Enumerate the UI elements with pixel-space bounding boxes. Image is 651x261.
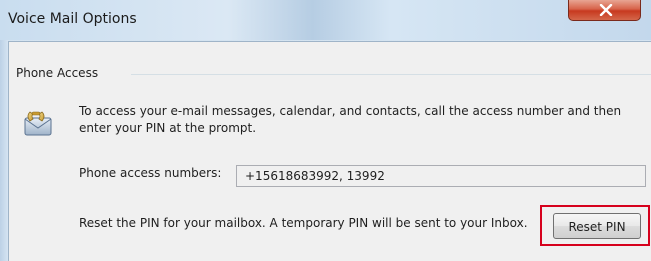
phone-access-numbers-label: Phone access numbers:	[79, 166, 222, 180]
voicemail-icon	[24, 111, 52, 136]
group-divider	[131, 74, 651, 75]
phone-access-numbers-field[interactable]: +15618683992, 13992	[236, 165, 646, 187]
voice-mail-options-window: Voice Mail Options Phone Access To acces…	[0, 0, 651, 261]
reset-pin-button[interactable]: Reset PIN	[553, 213, 641, 239]
phone-access-description: To access your e-mail messages, calendar…	[79, 104, 622, 135]
reset-pin-description: Reset the PIN for your mailbox. A tempor…	[79, 216, 528, 230]
title-bar[interactable]: Voice Mail Options	[0, 0, 651, 40]
phone-access-header: Phone Access	[16, 66, 99, 80]
window-frame-left	[0, 40, 8, 261]
close-button[interactable]	[568, 0, 641, 21]
window-title: Voice Mail Options	[8, 11, 137, 27]
close-icon	[599, 4, 613, 16]
